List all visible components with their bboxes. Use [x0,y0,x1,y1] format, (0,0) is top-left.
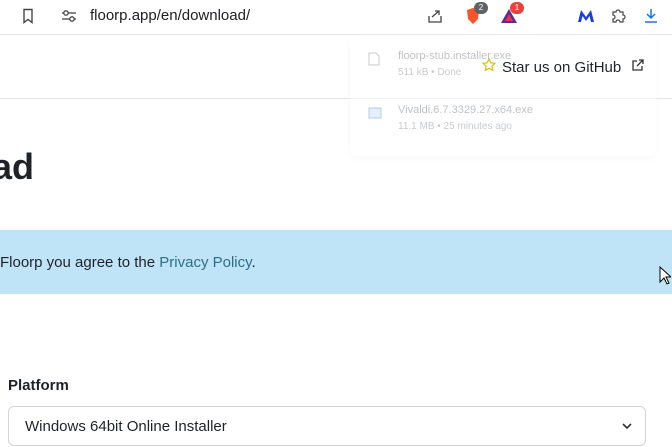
chevron-down-icon [621,419,633,437]
bookmark-icon[interactable] [17,5,39,27]
rewards-badge: 1 [510,2,524,14]
file-icon [368,52,380,71]
notice-prefix: Floorp you agree to the [0,254,160,271]
extensions-puzzle-icon[interactable] [607,5,629,27]
notice-suffix: . [251,254,256,271]
browser-toolbar: floorp.app/en/download/ 2 1 [0,0,672,35]
brave-shields-icon[interactable]: 2 [462,2,488,27]
download-file-meta: 11.1 MB • 25 minutes ago [398,121,512,132]
privacy-policy-link[interactable]: Privacy Policy [159,254,251,271]
installer-icon [368,106,382,124]
platform-select[interactable]: Windows 64bit Online Installer [8,406,646,446]
brave-shields-badge: 2 [474,2,488,14]
download-file-name: Vivaldi.6.7.3329.27.x64.exe [398,104,533,116]
platform-label: Platform [8,377,69,394]
address-bar-url[interactable]: floorp.app/en/download/ [90,7,250,24]
brave-rewards-icon[interactable]: 1 [498,2,524,27]
downloads-icon[interactable] [640,5,662,27]
github-link-label: Star us on GitHub [502,58,622,76]
download-file-meta: 511 kB • Done [398,67,462,78]
github-star-link[interactable]: Star us on GitHub [481,57,644,76]
page-title: ad [0,146,35,187]
star-icon [481,57,497,76]
privacy-notice: Floorp you agree to the Privacy Policy. [0,230,672,294]
mouse-cursor-icon [659,265,672,291]
platform-select-value: Windows 64bit Online Installer [25,418,227,435]
share-icon[interactable] [424,5,446,27]
site-settings-icon[interactable] [58,5,80,27]
notice-text: Floorp you agree to the Privacy Policy. [0,254,256,271]
downloads-panel: floorp-stub.installer.exe 511 kB • Done … [350,38,656,156]
malwarebytes-icon[interactable] [575,5,597,27]
external-link-icon [631,58,644,76]
